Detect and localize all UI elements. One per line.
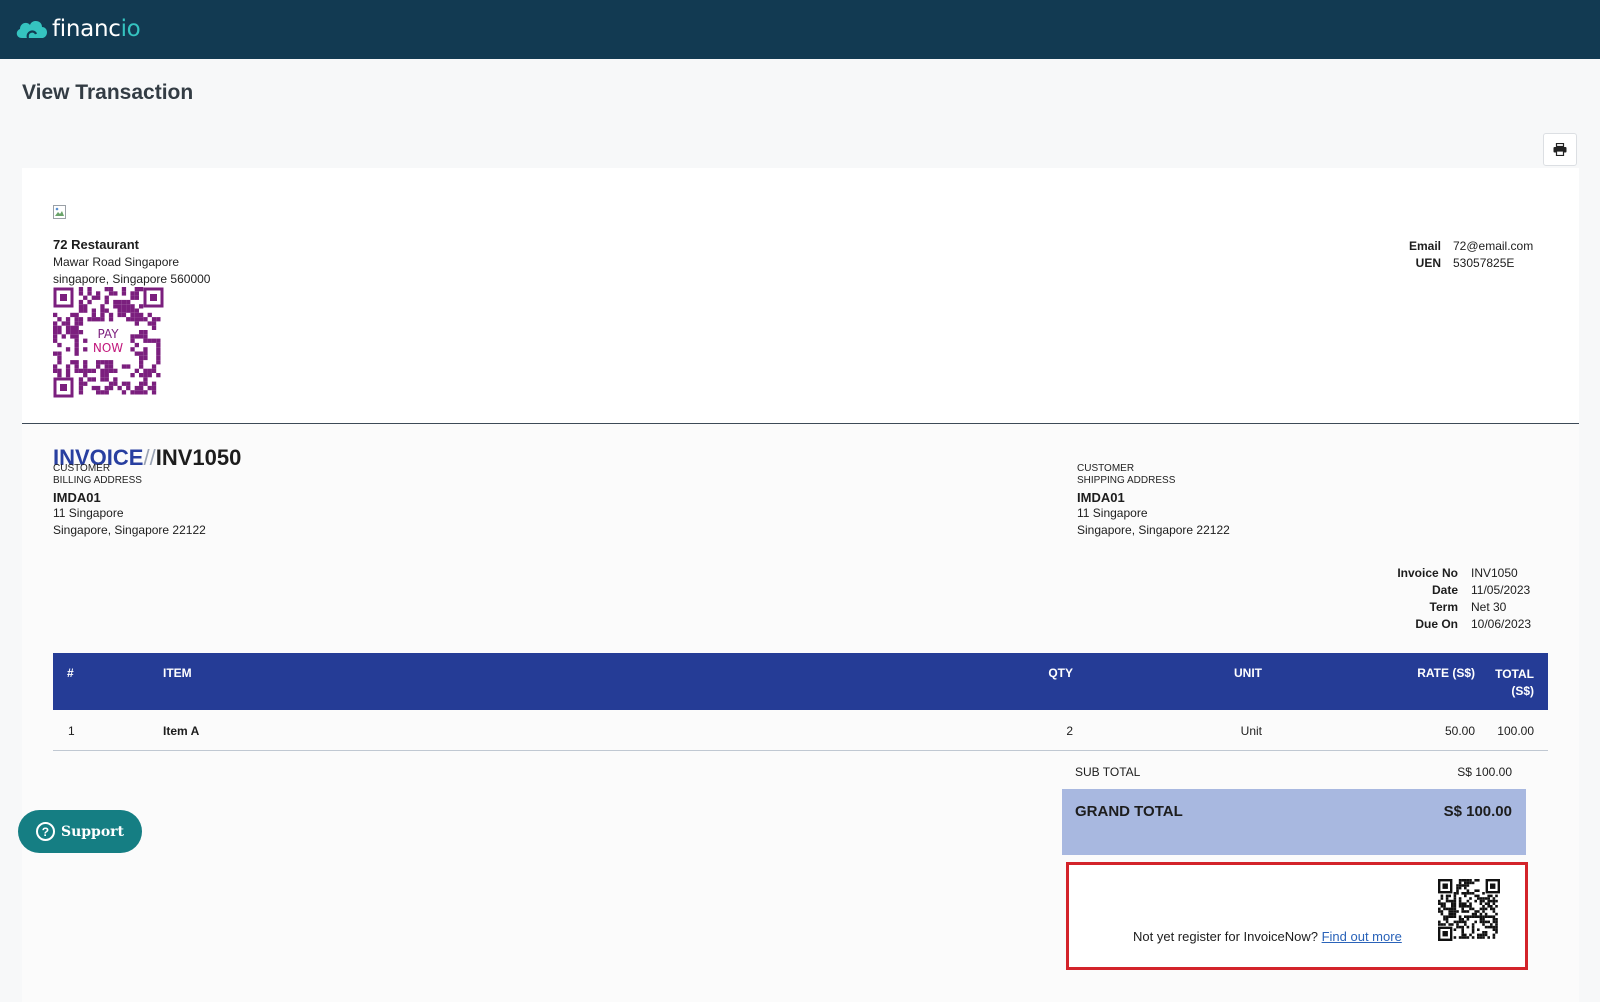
invoice-header: 72 Restaurant Mawar Road Singapore singa…: [22, 168, 1579, 424]
row-qty: 2: [1066, 724, 1073, 738]
paynow-label: PAY: [97, 327, 119, 341]
subtotal-label: SUB TOTAL: [1075, 765, 1141, 779]
support-button[interactable]: ? Support: [18, 810, 142, 853]
printer-icon: [1553, 143, 1567, 156]
support-label: Support: [60, 823, 125, 840]
page-title: View Transaction: [22, 81, 194, 104]
col-num: #: [67, 666, 74, 680]
contact-uen-row: UEN 53057825E: [1415, 256, 1515, 270]
subtotal-row: SUB TOTAL S$ 100.00: [1075, 765, 1526, 779]
invoicenow-banner: Not yet register for InvoiceNow? Find ou…: [1066, 862, 1528, 970]
paynow-qr-code: PAY NOW: [53, 287, 164, 398]
row-num: 1: [68, 724, 75, 738]
items-table-header: # ITEM QTY UNIT RATE (S$) TOTAL (S$): [53, 653, 1548, 710]
grand-total-value: S$ 100.00: [1443, 803, 1512, 820]
grand-total-label: GRAND TOTAL: [1075, 803, 1183, 820]
company-address-line2: singapore, Singapore 560000: [53, 272, 211, 286]
company-name: 72 Restaurant: [53, 237, 139, 252]
row-item: Item A: [163, 724, 200, 738]
invoice-sheet: 72 Restaurant Mawar Road Singapore singa…: [22, 168, 1579, 1002]
help-icon: ?: [35, 822, 55, 841]
top-bar: financio: [0, 0, 1600, 59]
row-unit: Unit: [1240, 724, 1262, 738]
meta-date: Date 11/05/2023: [1431, 583, 1531, 597]
svg-text:NOW: NOW: [93, 341, 123, 355]
meta-invoice-no: Invoice No INV1050: [1397, 566, 1518, 580]
contact-email-row: Email 72@email.com: [1408, 239, 1534, 253]
col-rate: RATE (S$): [1417, 666, 1475, 680]
invoicenow-message: Not yet register for InvoiceNow? Find ou…: [1133, 929, 1402, 944]
shipping-address: CUSTOMER SHIPPING ADDRESS IMDA01 11 Sing…: [1077, 463, 1230, 537]
financio-logo[interactable]: financio: [14, 14, 141, 44]
row-rate: 50.00: [1444, 724, 1475, 738]
row-total: 100.00: [1497, 724, 1534, 738]
col-total: TOTAL (S$): [1495, 667, 1534, 698]
invoicenow-qr-code: [1438, 879, 1500, 941]
print-button[interactable]: [1543, 133, 1577, 166]
table-row: 1 Item A 2 Unit 50.00 100.00: [53, 710, 1548, 751]
find-out-more-link[interactable]: Find out more: [1322, 929, 1402, 944]
broken-image-icon: [53, 205, 66, 219]
col-item: ITEM: [163, 666, 192, 680]
invoice-meta: Invoice No INV1050 Date 11/05/2023 Term Net…: [1388, 566, 1537, 634]
company-contact: Email 72@email.com UEN 53057825E: [1381, 239, 1537, 273]
company-address-line1: Mawar Road Singapore: [53, 255, 180, 269]
col-unit: UNIT: [1234, 666, 1262, 680]
logo-text: financio: [52, 16, 141, 42]
meta-due-on: Due On 10/06/2023: [1415, 617, 1532, 631]
grand-total-row: GRAND TOTAL S$ 100.00: [1062, 789, 1526, 855]
subtotal-value: S$ 100.00: [1457, 765, 1512, 779]
cloud-logo-icon: [16, 21, 48, 39]
billing-address: CUSTOMER BILLING ADDRESS IMDA01 11 Singa…: [53, 463, 206, 537]
col-qty: QTY: [1048, 666, 1073, 680]
meta-term: Term Net 30: [1429, 600, 1507, 614]
